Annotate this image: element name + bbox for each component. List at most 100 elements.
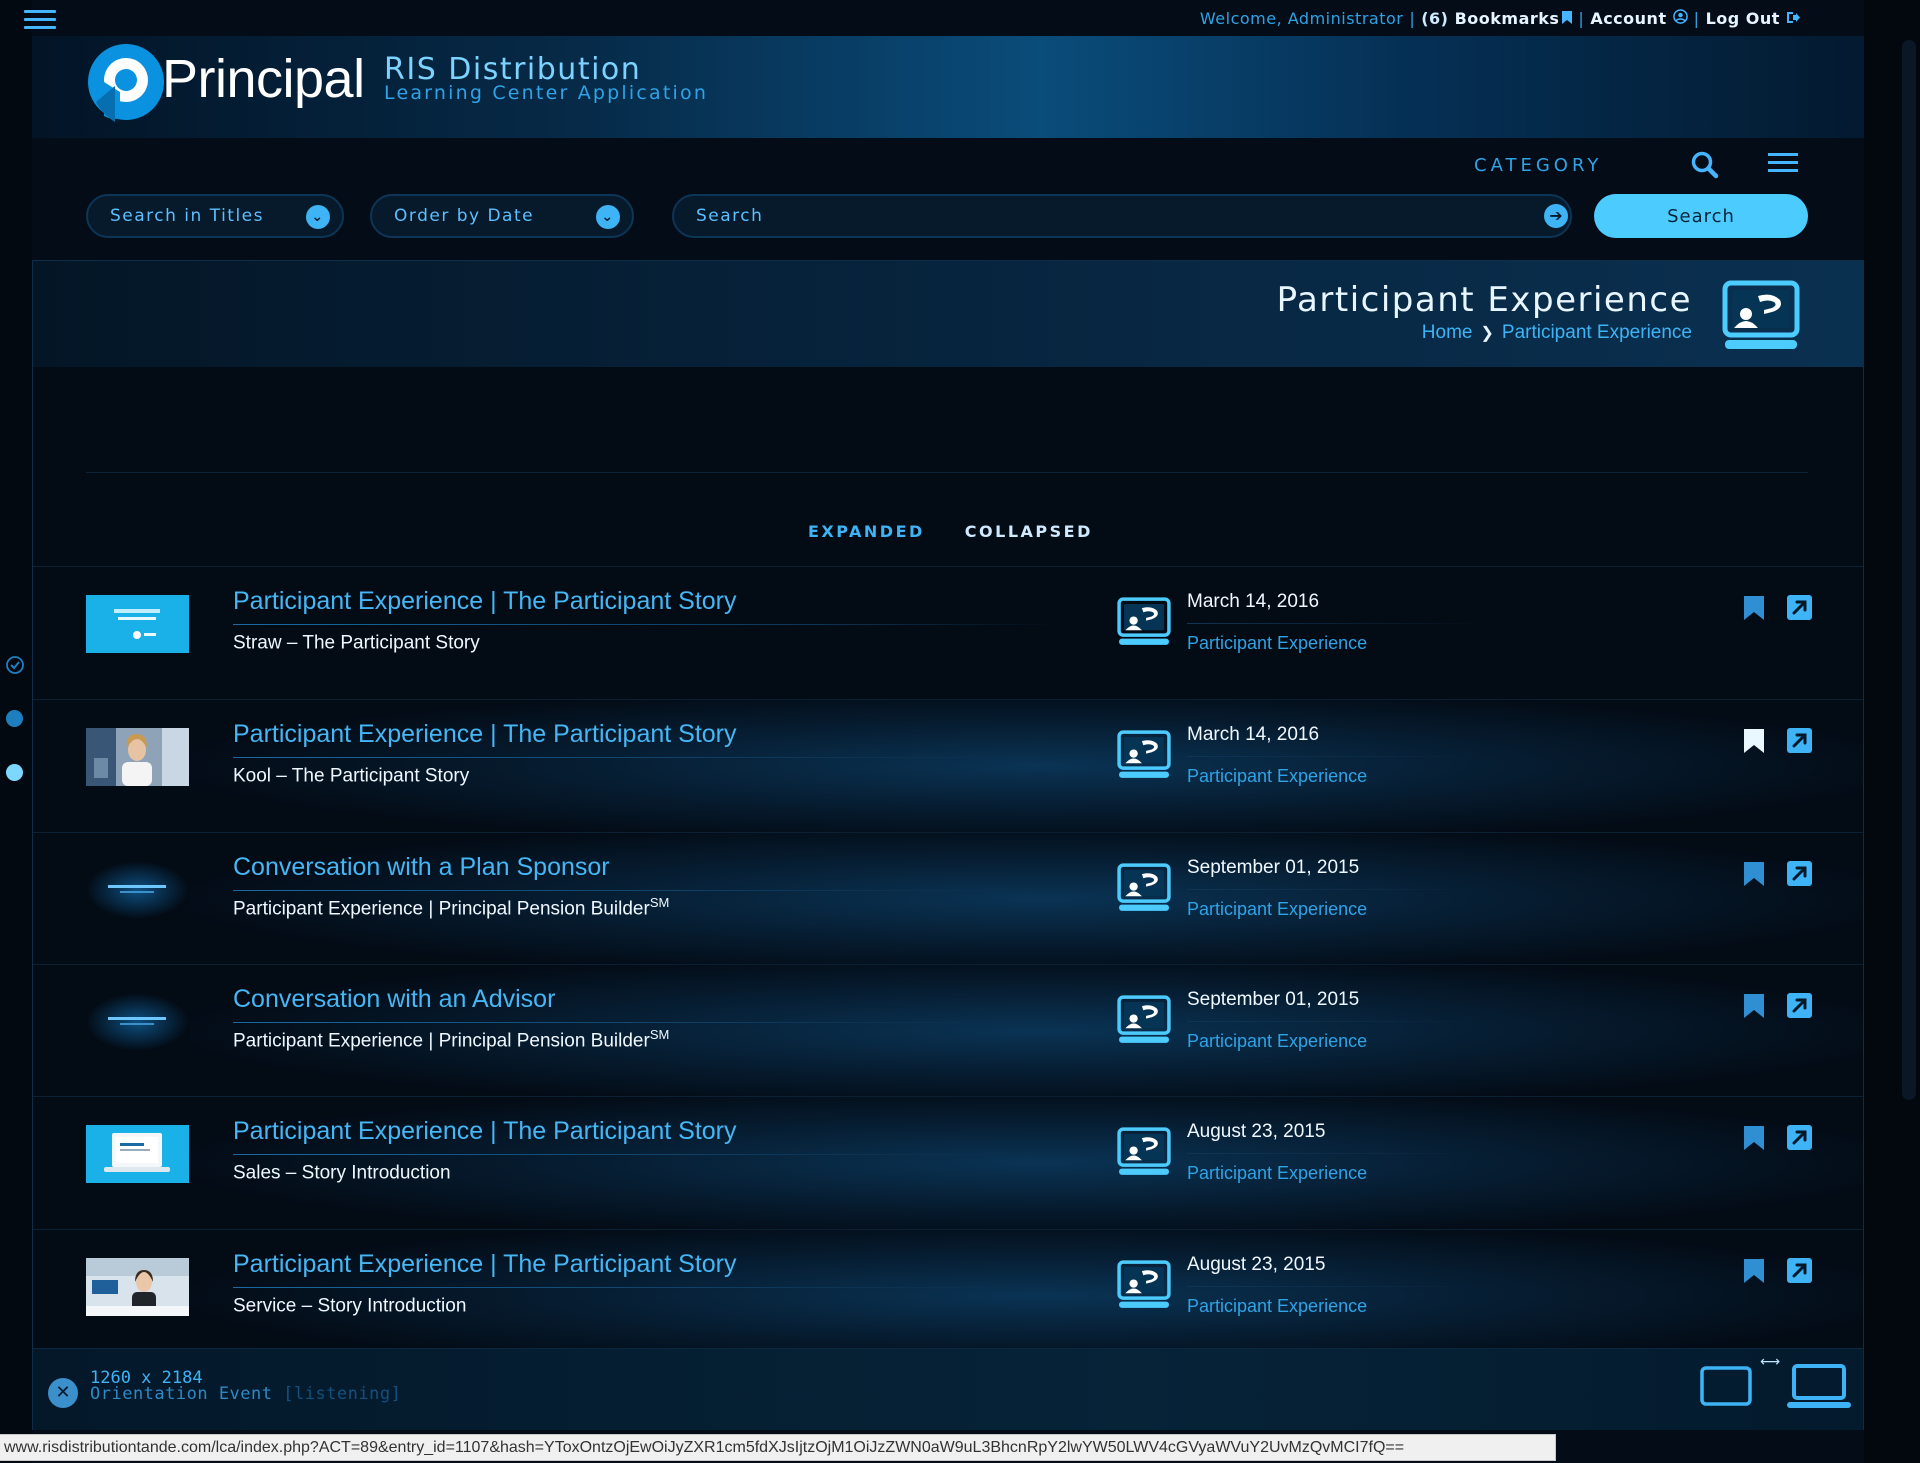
search-scope-select[interactable]: Search in Titles ⌄	[86, 194, 344, 238]
entry-title-link[interactable]: Participant Experience | The Participant…	[233, 587, 737, 616]
app-subtitle: Learning Center Application	[384, 82, 709, 104]
date-divider	[1187, 1021, 1487, 1022]
entry-title-link[interactable]: Conversation with a Plan Sponsor	[233, 853, 610, 882]
title-underline	[233, 1022, 1059, 1023]
window-scrollbar-thumb[interactable]	[1902, 40, 1916, 1100]
entry-category-link[interactable]: Participant Experience	[1187, 766, 1367, 787]
external-link-icon[interactable]	[1787, 595, 1812, 620]
bookmark-icon[interactable]	[1743, 595, 1765, 621]
training-screen-icon	[1117, 728, 1171, 782]
title-underline	[233, 890, 1059, 891]
separator: |	[1409, 9, 1416, 28]
entry-date: March 14, 2016	[1187, 591, 1320, 612]
bookmarks-label: Bookmarks	[1454, 9, 1560, 28]
thumbnail-image[interactable]	[86, 728, 189, 786]
date-divider	[1187, 756, 1487, 757]
principal-logo-icon[interactable]	[86, 42, 168, 124]
entry-subtitle-text: Service – Story Introduction	[233, 1295, 467, 1317]
training-screen-icon	[1117, 861, 1171, 915]
entry-title-link[interactable]: Participant Experience | The Participant…	[233, 720, 737, 749]
view-collapsed-button[interactable]: COLLAPSED	[965, 522, 1093, 541]
list-item: Conversation with a Plan Sponsor Particip…	[33, 832, 1863, 965]
external-link-icon[interactable]	[1787, 1125, 1812, 1150]
entry-subtitle: Kool – The Participant Story	[233, 762, 469, 787]
date-divider	[1187, 1286, 1487, 1287]
bookmark-icon[interactable]	[1743, 1258, 1765, 1284]
status-bar-url: www.risdistributiontande.com/lca/index.p…	[0, 1434, 1556, 1461]
entry-category-link[interactable]: Participant Experience	[1187, 1163, 1367, 1184]
thumbnail-image[interactable]	[86, 1125, 189, 1183]
category-menu-icon[interactable]	[1768, 153, 1798, 175]
thumbnail-image[interactable]	[86, 1258, 189, 1316]
laptop-view-icon[interactable]	[1786, 1362, 1852, 1410]
entry-category-link[interactable]: Participant Experience	[1187, 1296, 1367, 1317]
list-item: Participant Experience | The Participant…	[33, 699, 1863, 832]
user-circle-icon	[1672, 9, 1688, 24]
account-link[interactable]: Account	[1590, 9, 1688, 28]
arrow-right-circle-icon[interactable]: ➔	[1544, 204, 1568, 228]
close-icon[interactable]: ✕	[48, 1378, 78, 1408]
entry-subtitle: Straw – The Participant Story	[233, 629, 480, 654]
bookmarks-link[interactable]: (6) Bookmarks	[1421, 9, 1573, 28]
tablet-view-icon[interactable]	[1700, 1366, 1752, 1406]
account-label: Account	[1590, 9, 1667, 28]
check-circle-icon[interactable]	[6, 656, 24, 674]
training-screen-icon	[1722, 280, 1800, 349]
entry-subtitle-text: Straw – The Participant Story	[233, 632, 480, 654]
entry-category-link[interactable]: Participant Experience	[1187, 1031, 1367, 1052]
entry-date: September 01, 2015	[1187, 857, 1360, 878]
entry-category-link[interactable]: Participant Experience	[1187, 633, 1367, 654]
training-screen-icon	[1117, 1258, 1171, 1312]
bookmark-icon[interactable]	[1743, 861, 1765, 887]
order-value: Order by Date	[394, 206, 535, 226]
breadcrumb-current[interactable]: Participant Experience	[1502, 322, 1692, 344]
external-link-icon[interactable]	[1787, 1258, 1812, 1283]
order-select[interactable]: Order by Date ⌄	[370, 194, 634, 238]
category-menu-label[interactable]: CATEGORY	[1474, 155, 1602, 176]
external-link-icon[interactable]	[1787, 993, 1812, 1018]
entry-subtitle: Participant Experience | Principal Pensi…	[233, 895, 669, 920]
thumbnail-image[interactable]	[86, 595, 189, 653]
list-item: Conversation with an Advisor Participant …	[33, 964, 1863, 1097]
logout-label: Log Out	[1705, 9, 1780, 28]
search-icon[interactable]	[1690, 150, 1720, 180]
entry-title-link[interactable]: Participant Experience | The Participant…	[233, 1250, 737, 1279]
entry-title-link[interactable]: Participant Experience | The Participant…	[233, 1117, 737, 1146]
side-nav-dot[interactable]	[6, 710, 23, 727]
bookmark-icon[interactable]	[1743, 993, 1765, 1019]
bookmark-icon[interactable]	[1743, 728, 1765, 754]
external-link-icon[interactable]	[1787, 728, 1812, 753]
list-item: Participant Experience | The Participant…	[33, 1229, 1863, 1362]
entry-date: March 14, 2016	[1187, 724, 1320, 745]
bookmark-icon[interactable]	[1743, 1125, 1765, 1151]
side-nav-dot-active[interactable]	[6, 764, 23, 781]
breadcrumb-home[interactable]: Home	[1422, 322, 1473, 344]
chevron-down-icon: ⌄	[596, 205, 620, 229]
entry-subtitle: Service – Story Introduction	[233, 1292, 466, 1317]
title-underline	[233, 1287, 1059, 1288]
entry-date: August 23, 2015	[1187, 1254, 1326, 1275]
entry-category-link[interactable]: Participant Experience	[1187, 899, 1367, 920]
viewport-info: 1260 x 2184 Orientation Event [listening…	[90, 1370, 401, 1403]
thumbnail-image[interactable]	[86, 993, 189, 1051]
thumbnail-image[interactable]	[86, 861, 189, 919]
search-button[interactable]: Search	[1594, 194, 1808, 238]
training-screen-icon	[1117, 595, 1171, 649]
main-menu-icon[interactable]	[24, 10, 56, 30]
chevron-right-icon: ❯	[1480, 325, 1494, 342]
page-title: Participant Experience	[1276, 280, 1692, 320]
entry-subtitle-text: Participant Experience | Principal Pensi…	[233, 1030, 650, 1052]
date-divider	[1187, 623, 1487, 624]
entry-subtitle: Sales – Story Introduction	[233, 1159, 451, 1184]
view-expanded-button[interactable]: EXPANDED	[808, 522, 925, 541]
training-screen-icon	[1117, 993, 1171, 1047]
external-link-icon[interactable]	[1787, 861, 1812, 886]
separator: |	[1693, 9, 1700, 28]
search-input[interactable]	[672, 194, 1572, 238]
logout-link[interactable]: Log Out	[1706, 9, 1800, 28]
entry-title-link[interactable]: Conversation with an Advisor	[233, 985, 555, 1014]
top-navigation: Welcome, Administrator | (6) Bookmarks |…	[1200, 9, 1800, 28]
entry-date: August 23, 2015	[1187, 1121, 1326, 1142]
separator: |	[1578, 9, 1585, 28]
entry-subtitle-text: Kool – The Participant Story	[233, 765, 470, 787]
